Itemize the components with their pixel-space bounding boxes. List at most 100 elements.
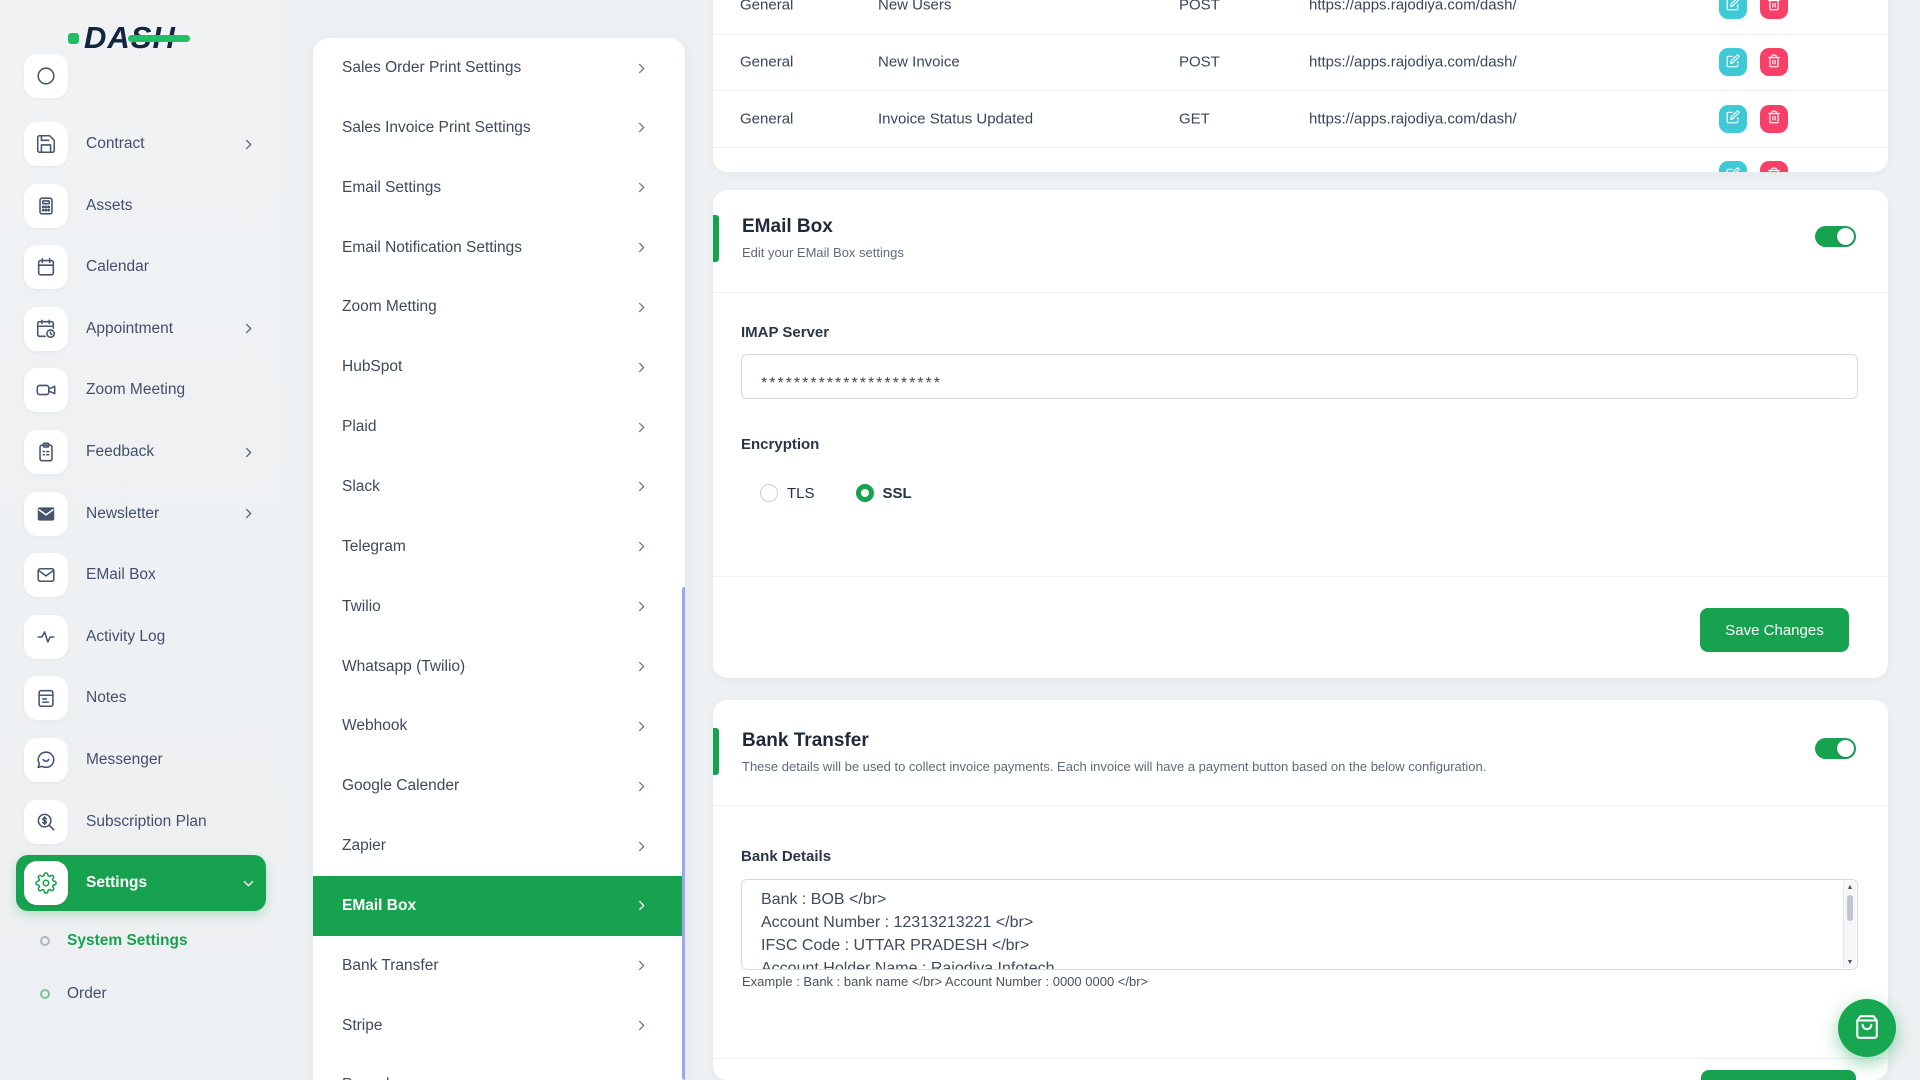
shop-floating-button[interactable] xyxy=(1838,999,1896,1057)
cell-event: Invoice Status Updated xyxy=(878,110,1033,127)
logo-dot-icon xyxy=(68,33,79,44)
sidebar-item-feedback[interactable]: Feedback xyxy=(16,424,266,480)
submenu-item-label: Webhook xyxy=(342,717,407,735)
email-box-save-button[interactable]: Save Changes xyxy=(1700,608,1849,652)
edit-webhook-button[interactable] xyxy=(1719,105,1747,133)
search-dollar-icon xyxy=(24,800,68,844)
sidebar-item-subscription-plan[interactable]: Subscription Plan xyxy=(16,794,266,850)
sidebar-subitem-order[interactable]: Order xyxy=(40,981,107,1007)
cell-module: General xyxy=(740,0,793,14)
submenu-item-webhook[interactable]: Webhook xyxy=(313,696,685,756)
bank-details-label: Bank Details xyxy=(741,848,831,865)
sidebar-item-label: Messenger xyxy=(86,751,163,769)
bank-details-example: Example : Bank : bank name </br> Account… xyxy=(742,974,1148,989)
edit-icon xyxy=(1726,110,1740,127)
scroll-up-icon[interactable]: ▲ xyxy=(1844,881,1856,893)
sidebar-item-settings[interactable]: Settings xyxy=(16,855,266,911)
scrollbar-thumb[interactable] xyxy=(1847,895,1853,921)
sidebar-item-newsletter[interactable]: Newsletter xyxy=(16,486,266,542)
chevron-right-icon xyxy=(634,599,649,614)
email-box-subtitle: Edit your EMail Box settings xyxy=(742,245,904,260)
submenu-item-label: Sales Invoice Print Settings xyxy=(342,119,531,137)
delete-webhook-button[interactable] xyxy=(1760,48,1788,76)
cell-method: POST xyxy=(1179,0,1220,14)
submenu-item-bank-transfer[interactable]: Bank Transfer xyxy=(313,936,685,996)
encryption-radio-tls[interactable] xyxy=(760,484,778,502)
sidebar-item-notes[interactable]: Notes xyxy=(16,670,266,726)
sidebar-item-label: Contract xyxy=(86,135,145,153)
submenu-item-email-box[interactable]: EMail Box xyxy=(313,876,685,936)
chevron-right-icon xyxy=(634,300,649,315)
bank-transfer-title: Bank Transfer xyxy=(742,730,1486,752)
submenu-item-label: Google Calender xyxy=(342,777,459,795)
sidebar-item-calendar[interactable]: Calendar xyxy=(16,239,266,295)
edit-webhook-button[interactable] xyxy=(1719,48,1747,76)
toggle-knob xyxy=(1837,740,1854,757)
submenu-item-slack[interactable]: Slack xyxy=(313,457,685,517)
bank-transfer-card: Bank Transfer These details will be used… xyxy=(713,700,1888,1080)
submenu-item-email-notification-settings[interactable]: Email Notification Settings xyxy=(313,218,685,278)
sidebar-item-label: Settings xyxy=(86,874,147,892)
sidebar-item-activity-log[interactable]: Activity Log xyxy=(16,609,266,665)
submenu-item-sales-order-print-settings[interactable]: Sales Order Print Settings xyxy=(313,38,685,98)
imap-server-label: IMAP Server xyxy=(741,324,829,341)
submenu-item-zoom-metting[interactable]: Zoom Metting xyxy=(313,277,685,337)
sidebar-item-messenger[interactable]: Messenger xyxy=(16,732,266,788)
submenu-item-zapier[interactable]: Zapier xyxy=(313,816,685,876)
sidebar-item-zoom-meeting[interactable]: Zoom Meeting xyxy=(16,362,266,418)
submenu-item-twilio[interactable]: Twilio xyxy=(313,577,685,637)
submenu-item-sales-invoice-print-settings[interactable]: Sales Invoice Print Settings xyxy=(313,98,685,158)
delete-webhook-button[interactable] xyxy=(1760,161,1788,172)
bank-details-textarea[interactable]: Bank : BOB </br> Account Number : 123132… xyxy=(741,879,1858,970)
cell-module: General xyxy=(740,54,793,71)
email-box-toggle[interactable] xyxy=(1815,226,1856,247)
sidebar-item-appointment[interactable]: Appointment xyxy=(16,301,266,357)
submenu-item-hubspot[interactable]: HubSpot xyxy=(313,337,685,397)
bank-transfer-toggle[interactable] xyxy=(1815,738,1856,759)
sidebar-item-label: Subscription Plan xyxy=(86,813,207,831)
toggle-knob xyxy=(1837,228,1854,245)
scroll-down-icon[interactable]: ▼ xyxy=(1844,956,1856,968)
trash-icon xyxy=(1767,110,1781,127)
sidebar-item-email-box[interactable]: EMail Box xyxy=(16,547,266,603)
submenu-item-google-calender[interactable]: Google Calender xyxy=(313,756,685,816)
submenu-item-paypal[interactable]: Paypal xyxy=(313,1055,685,1080)
delete-webhook-button[interactable] xyxy=(1760,0,1788,19)
sidebar-item-label: Appointment xyxy=(86,320,173,338)
sidebar-subitem-label: Order xyxy=(67,985,107,1003)
cell-event: New Users xyxy=(878,0,951,14)
sidebar-item-assets[interactable]: Assets xyxy=(16,178,266,234)
chevron-right-icon xyxy=(634,61,649,76)
chevron-right-icon xyxy=(241,321,256,336)
submenu-item-email-settings[interactable]: Email Settings xyxy=(313,158,685,218)
submenu-item-stripe[interactable]: Stripe xyxy=(313,996,685,1056)
activity-icon xyxy=(24,615,68,659)
textarea-scrollbar[interactable]: ▲ ▼ xyxy=(1843,881,1856,968)
edit-webhook-button[interactable] xyxy=(1719,0,1747,19)
logo-dash-icon xyxy=(128,35,190,42)
divider xyxy=(713,576,1888,577)
submenu-item-telegram[interactable]: Telegram xyxy=(313,517,685,577)
edit-webhook-button[interactable] xyxy=(1719,161,1747,172)
imap-server-input[interactable] xyxy=(741,354,1858,399)
mail-outline-icon xyxy=(24,553,68,597)
submenu-scrollbar[interactable] xyxy=(682,587,685,1080)
sidebar-item-contract[interactable]: Contract xyxy=(16,116,266,172)
cell-method: POST xyxy=(1179,54,1220,71)
submenu-item-label: Whatsapp (Twilio) xyxy=(342,658,465,676)
delete-webhook-button[interactable] xyxy=(1760,105,1788,133)
main-sidebar: DASH ContractAssetsCalendarAppointmentZo… xyxy=(0,0,280,1080)
sidebar-subitem-system-settings[interactable]: System Settings xyxy=(40,928,188,954)
encryption-label: Encryption xyxy=(741,436,819,453)
submenu-item-whatsapp-twilio-[interactable]: Whatsapp (Twilio) xyxy=(313,637,685,697)
webhook-table-row: GeneralInvoice Status UpdatedGEThttps://… xyxy=(713,90,1888,146)
submenu-item-plaid[interactable]: Plaid xyxy=(313,397,685,457)
encryption-radio-ssl[interactable] xyxy=(856,484,874,502)
chevron-right-icon xyxy=(634,1018,649,1033)
cell-url: https://apps.rajodiya.com/dash/ xyxy=(1309,54,1517,71)
email-box-title: EMail Box xyxy=(742,216,904,238)
shopping-bag-icon xyxy=(1854,1014,1880,1043)
sidebar-item-partial[interactable] xyxy=(16,48,266,104)
bank-transfer-save-button[interactable]: Save Changes xyxy=(1701,1070,1856,1080)
section-accent-bar xyxy=(713,215,719,262)
